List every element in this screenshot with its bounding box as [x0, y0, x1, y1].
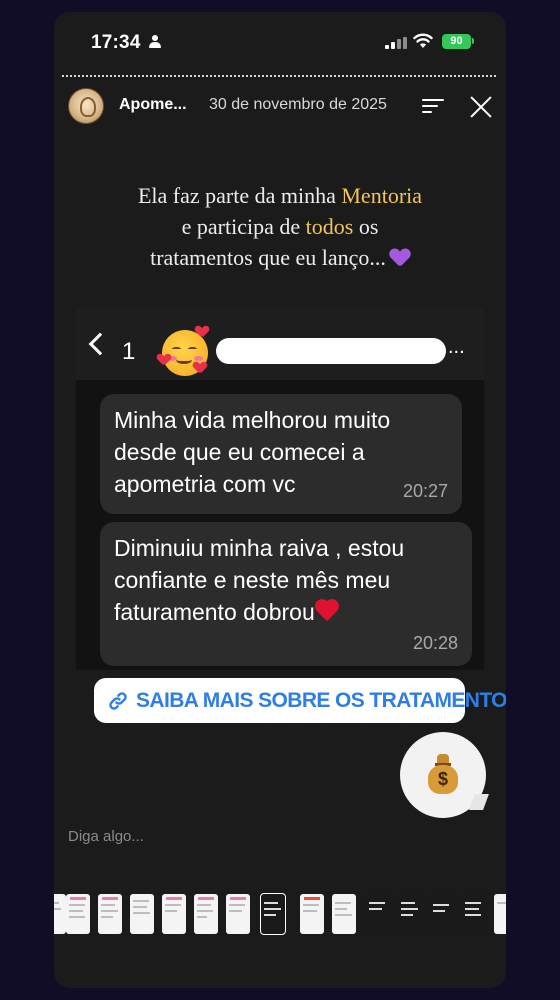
story-caption: Ela faz parte da minha Mentoria e partic… [74, 180, 486, 273]
story-viewer: 17:34 90 Apome... 30 de novembro de 2025… [54, 12, 506, 988]
red-heart-icon [315, 600, 341, 622]
message-time: 20:27 [402, 481, 448, 501]
story-thumbnail[interactable] [130, 894, 154, 934]
close-icon[interactable] [468, 94, 494, 120]
caption-line-2: e participa de todos os [181, 214, 379, 239]
chevron-left-icon [88, 332, 112, 356]
story-thumbnail[interactable] [66, 894, 90, 934]
story-thumbnail[interactable] [494, 894, 506, 934]
story-thumbnail[interactable] [54, 894, 66, 934]
reply-input[interactable]: Diga algo... [68, 828, 144, 845]
avatar[interactable] [68, 88, 104, 124]
story-thumbnail-current[interactable] [260, 893, 286, 935]
purple-heart-icon [390, 249, 410, 267]
chat-header: 1 ... [76, 308, 484, 380]
menu-icon[interactable] [422, 99, 444, 113]
story-thumbnail-strip [54, 892, 506, 944]
battery-icon: 90 [442, 34, 471, 49]
battery-tip [472, 38, 474, 44]
story-thumbnail[interactable] [462, 894, 486, 934]
money-bag-icon: $ [428, 754, 458, 794]
story-thumbnail[interactable] [300, 894, 324, 934]
story-thumbnail[interactable] [194, 894, 218, 934]
username[interactable]: Apome... [119, 96, 187, 114]
chat-message: Diminuiu minha raiva , estou confiante e… [100, 522, 472, 666]
story-thumbnail[interactable] [398, 894, 422, 934]
link-sticker-label: SAIBA MAIS SOBRE OS TRATAMENTOS [136, 689, 506, 712]
smiling-face-with-hearts-icon [162, 330, 208, 376]
link-icon [109, 692, 127, 710]
story-date: 30 de novembro de 2025 [209, 96, 387, 113]
chat-message: Minha vida melhorou muito desde que eu c… [100, 394, 462, 514]
caption-line-3: tratamentos que eu lanço... [74, 242, 486, 273]
chat-screenshot: 1 ... Minha vida melhorou muito desde qu… [76, 308, 484, 670]
contact-name-redacted [216, 338, 446, 364]
person-icon [149, 35, 161, 49]
reaction-button[interactable]: $ [400, 732, 489, 818]
contact-ellipsis: ... [448, 336, 465, 358]
story-thumbnail[interactable] [98, 894, 122, 934]
status-bar: 17:34 90 [54, 12, 506, 70]
caption-line-1: Ela faz parte da minha Mentoria [137, 183, 423, 208]
caption-highlight-todos: todos [305, 214, 354, 239]
story-thumbnail[interactable] [162, 894, 186, 934]
story-progress-bar [62, 75, 496, 77]
story-thumbnail[interactable] [332, 894, 356, 934]
signal-icon [385, 37, 407, 49]
story-thumbnail[interactable] [366, 894, 390, 934]
message-time: 20:28 [412, 633, 458, 653]
status-time: 17:34 [91, 32, 141, 53]
story-thumbnail[interactable] [430, 894, 454, 934]
wifi-icon [413, 33, 433, 48]
caption-highlight-mentoria: Mentoria [341, 183, 423, 208]
back-count: 1 [122, 338, 136, 365]
story-thumbnail[interactable] [226, 894, 250, 934]
link-sticker[interactable]: SAIBA MAIS SOBRE OS TRATAMENTOS [94, 678, 506, 723]
story-header: Apome... 30 de novembro de 2025 [54, 86, 506, 130]
